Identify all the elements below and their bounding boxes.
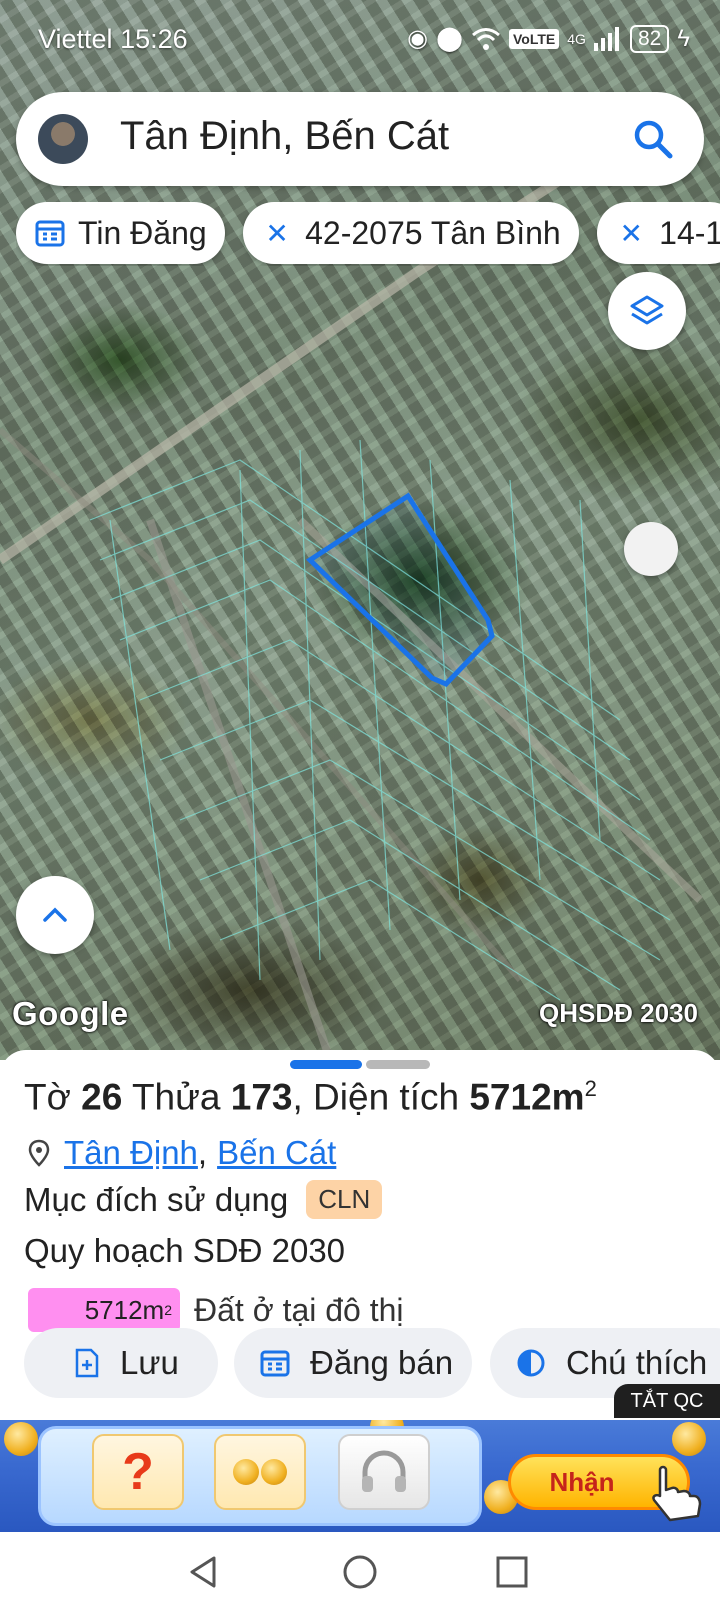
- plan-title: Quy hoạch SDĐ 2030: [24, 1232, 346, 1269]
- plan-layer-label: QHSDĐ 2030: [539, 998, 698, 1028]
- chip-label: 42-2075 Tân Bình: [305, 214, 561, 251]
- legend-icon: [517, 1349, 545, 1377]
- status-icons: ◉ ⬤ VoLTE 4G 82 ϟ: [407, 24, 690, 53]
- save-button[interactable]: Lưu: [24, 1328, 218, 1398]
- coin-decoration: [672, 1422, 706, 1456]
- post-sale-label: Đăng bán: [310, 1344, 454, 1381]
- save-icon: [75, 1348, 99, 1378]
- legend-label: Chú thích: [566, 1344, 708, 1381]
- parcel-title: Tờ 26 Thửa 173, Diện tích 5712m2: [24, 1076, 597, 1118]
- question-icon: ?: [122, 1443, 154, 1501]
- purpose-code-badge: CLN: [306, 1180, 383, 1219]
- clock: 15:26: [120, 24, 188, 54]
- charging-icon: ϟ: [677, 24, 690, 52]
- chip-label: 14-1: [659, 214, 720, 251]
- ruler-icon: ✕: [265, 217, 289, 249]
- recents-icon[interactable]: [492, 1552, 532, 1592]
- save-label: Lưu: [120, 1344, 179, 1381]
- wifi-icon: [472, 27, 500, 50]
- calendar-icon: [260, 1350, 290, 1377]
- coins-icon: [233, 1459, 287, 1485]
- status-bar: Viettel 15:26 ◉ ⬤ VoLTE 4G 82 ϟ: [0, 0, 720, 84]
- chip-label: Tin Đăng: [78, 214, 207, 251]
- ad-banner[interactable]: ? Nhận: [0, 1420, 720, 1532]
- expand-button[interactable]: [16, 876, 94, 954]
- battery-level: 82: [629, 24, 670, 53]
- area-unit-sup: 2: [584, 1076, 597, 1101]
- post-sale-button[interactable]: Đăng bán: [234, 1328, 472, 1398]
- filter-chips: Tin Đăng ✕ 42-2075 Tân Bình ✕ 14-1: [16, 202, 720, 266]
- search-input[interactable]: Tân Định, Bến Cát: [120, 114, 449, 159]
- hand-pointer-icon: [652, 1465, 702, 1522]
- chip-tan-binh[interactable]: ✕ 42-2075 Tân Bình: [243, 202, 579, 264]
- location-line: Tân Định, Bến Cát: [26, 1134, 336, 1172]
- ruler-icon: ✕: [619, 217, 643, 249]
- chevron-up-icon: [43, 907, 67, 922]
- ward-link[interactable]: Tân Định: [64, 1134, 198, 1172]
- avatar[interactable]: [38, 114, 88, 164]
- headphones-icon: [362, 1450, 406, 1492]
- question-tile: ?: [92, 1434, 184, 1510]
- area-prefix: Diện tích: [313, 1076, 460, 1118]
- plan-area-sup: 2: [164, 1302, 172, 1318]
- purpose-label: Mục đích sử dụng: [24, 1180, 289, 1218]
- carrier-name: Viettel: [38, 24, 113, 54]
- parcel-info-sheet: Tờ 26 Thửa 173, Diện tích 5712m2 Tân Địn…: [0, 1050, 720, 1420]
- selected-parcel-outline: [306, 492, 495, 687]
- land-use-purpose: Mục đích sử dụng CLN: [24, 1180, 383, 1219]
- layers-button[interactable]: [608, 272, 686, 350]
- district-link[interactable]: Bến Cát: [217, 1134, 336, 1172]
- calendar-icon: [35, 220, 65, 247]
- plan-area-desc: Đất ở tại đô thị: [194, 1291, 404, 1328]
- chip-tin-dang[interactable]: Tin Đăng: [16, 202, 225, 264]
- coin-decoration: [4, 1422, 38, 1456]
- plan-area-swatch: 5712m 2: [28, 1288, 180, 1332]
- google-logo: Google: [12, 995, 129, 1032]
- layers-icon: [630, 295, 664, 325]
- status-carrier-time: Viettel 15:26: [38, 24, 188, 55]
- location-pin-icon: [28, 1139, 50, 1167]
- back-icon[interactable]: [184, 1552, 224, 1592]
- plot-number: 173: [230, 1076, 293, 1118]
- network-type: 4G: [567, 30, 586, 47]
- search-icon[interactable]: [630, 116, 676, 162]
- headphones-tile: [338, 1434, 430, 1510]
- sheet-number: 26: [81, 1076, 123, 1118]
- area-value: 5712m: [469, 1076, 585, 1118]
- search-bar[interactable]: Tân Định, Bến Cát: [16, 92, 704, 186]
- volte-badge: VoLTE: [508, 28, 560, 49]
- separator: ,: [197, 1134, 208, 1171]
- sheet-prefix: Tờ: [24, 1076, 71, 1118]
- plot-prefix: Thửa: [131, 1076, 221, 1118]
- coins-tile: [214, 1434, 306, 1510]
- sheet-handle[interactable]: [366, 1060, 430, 1069]
- plan-area-row: 5712m 2 Đất ở tại đô thị: [28, 1288, 404, 1332]
- plan-area-value: 5712m: [84, 1294, 165, 1325]
- system-nav-bar: [0, 1532, 720, 1610]
- location-icon: ⬤: [436, 25, 463, 52]
- sheet-handle-active[interactable]: [290, 1060, 362, 1069]
- close-ad-button[interactable]: TẮT QC: [614, 1384, 720, 1418]
- home-icon[interactable]: [340, 1552, 380, 1592]
- side-handle-button[interactable]: [624, 522, 678, 576]
- signal-icon: [593, 26, 619, 51]
- eye-icon: ◉: [407, 25, 429, 52]
- chip-partial[interactable]: ✕ 14-1: [597, 202, 720, 264]
